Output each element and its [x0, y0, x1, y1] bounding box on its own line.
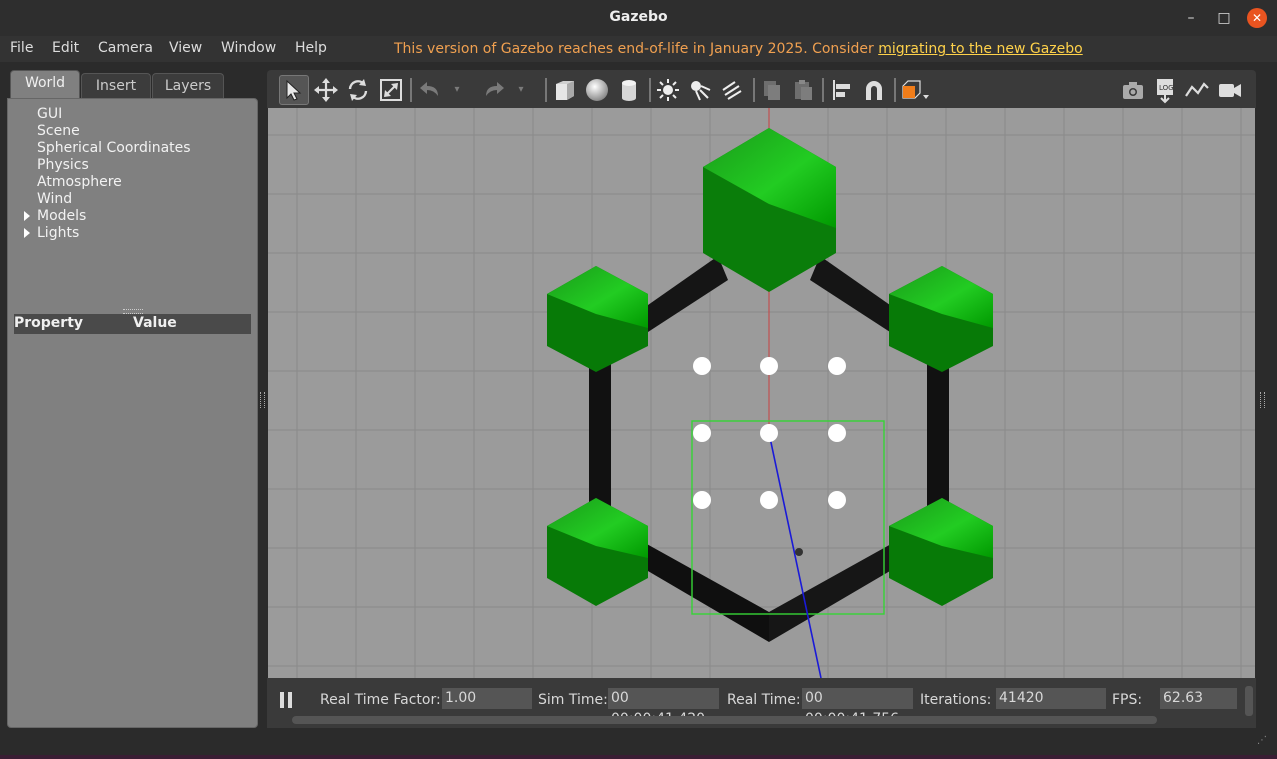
tree-item-gui[interactable]: GUI — [37, 106, 62, 122]
tree-item-models[interactable]: Models — [37, 208, 86, 224]
real-time-factor-label: Real Time Factor: — [320, 692, 441, 708]
real-time-label: Real Time: — [727, 692, 801, 708]
eol-notice-text: This version of Gazebo reaches end-of-li… — [394, 41, 879, 57]
eol-notice: This version of Gazebo reaches end-of-li… — [394, 41, 1083, 57]
toolbar-separator — [822, 78, 824, 102]
real-time-value: 00 00:00:41.756 — [802, 688, 913, 727]
toolbar-separator — [545, 78, 547, 102]
sim-time-label: Sim Time: — [538, 692, 608, 708]
box-icon[interactable] — [551, 76, 579, 104]
log-icon[interactable]: LOG — [1151, 76, 1179, 104]
tab-world[interactable]: World — [10, 70, 80, 99]
tab-layers[interactable]: Layers — [152, 73, 224, 99]
sim-time-value: 00 00:00:41.420 — [608, 688, 719, 727]
expand-lights-icon[interactable] — [24, 228, 30, 238]
left-splitter-handle[interactable] — [260, 392, 265, 408]
toolbar-separator — [894, 78, 896, 102]
spot-light-icon[interactable] — [686, 76, 714, 104]
tree-item-spherical-coordinates[interactable]: Spherical Coordinates — [37, 140, 191, 156]
window-titlebar: Gazebo – □ ✕ — [0, 0, 1277, 36]
translate-icon[interactable] — [312, 76, 340, 104]
select-arrow-icon[interactable] — [279, 75, 309, 105]
property-column-header: Property — [14, 315, 84, 331]
tree-item-atmosphere[interactable]: Atmosphere — [37, 174, 122, 190]
iterations-label: Iterations: — [920, 692, 992, 708]
copy-icon[interactable] — [758, 76, 786, 104]
model-origin-marker — [795, 548, 803, 556]
migration-link[interactable]: migrating to the new Gazebo — [878, 41, 1083, 57]
screenshot-icon[interactable] — [1119, 76, 1147, 104]
undo-dropdown-icon[interactable]: ▾ — [450, 76, 464, 104]
render-window: ▾ ▾ LOG Real Time Factor: 1.00 Sim Time:… — [267, 70, 1256, 728]
status-bar: Real Time Factor: 1.00 Sim Time: 00 00:0… — [267, 678, 1256, 728]
menu-view[interactable]: View — [169, 40, 202, 56]
snap-icon[interactable] — [860, 76, 888, 104]
iterations-value: 41420 — [996, 688, 1106, 709]
close-icon[interactable]: ✕ — [1247, 8, 1267, 28]
tree-item-lights[interactable]: Lights — [37, 225, 79, 241]
fps-value: 62.63 — [1160, 688, 1237, 709]
rotate-icon[interactable] — [344, 76, 372, 104]
3d-scene-view[interactable] — [268, 108, 1255, 679]
plot-icon[interactable] — [1183, 76, 1211, 104]
tab-insert[interactable]: Insert — [81, 73, 151, 99]
tree-item-physics[interactable]: Physics — [37, 157, 89, 173]
menu-bar: File Edit Camera View Window Help This v… — [0, 36, 1277, 62]
point-light-icon[interactable] — [654, 76, 682, 104]
menu-file[interactable]: File — [10, 40, 33, 56]
real-time-factor-value: 1.00 — [442, 688, 532, 709]
resize-grip-icon[interactable]: ⋰ — [1257, 735, 1269, 747]
property-table-header: Property Value — [14, 314, 251, 334]
scene-toolbar: ▾ ▾ LOG — [267, 70, 1256, 108]
toolbar-separator — [649, 78, 651, 102]
maximize-icon[interactable]: □ — [1214, 8, 1234, 28]
menu-window[interactable]: Window — [221, 40, 276, 56]
left-panel: World Insert Layers GUI Scene Spherical … — [7, 70, 258, 728]
window-title: Gazebo — [609, 9, 668, 25]
menu-camera[interactable]: Camera — [98, 40, 153, 56]
svg-text:LOG: LOG — [1159, 84, 1174, 92]
scene-canvas[interactable] — [268, 108, 1255, 679]
pause-icon[interactable] — [280, 692, 284, 708]
video-record-icon[interactable] — [1216, 76, 1244, 104]
toolbar-separator — [753, 78, 755, 102]
pause-icon-bar[interactable] — [288, 692, 292, 708]
redo-icon[interactable] — [480, 76, 508, 104]
tree-item-scene[interactable]: Scene — [37, 123, 80, 139]
toolbar-separator — [410, 78, 412, 102]
expand-models-icon[interactable] — [24, 211, 30, 221]
cylinder-icon[interactable] — [615, 76, 643, 104]
right-splitter-handle[interactable] — [1260, 392, 1265, 408]
tree-item-wind[interactable]: Wind — [37, 191, 72, 207]
sphere-icon[interactable] — [583, 76, 611, 104]
fps-label: FPS: — [1112, 692, 1143, 708]
menu-help[interactable]: Help — [295, 40, 327, 56]
desktop-strip — [0, 755, 1277, 759]
minimize-icon[interactable]: – — [1181, 8, 1201, 28]
menu-edit[interactable]: Edit — [52, 40, 79, 56]
directional-light-icon[interactable] — [718, 76, 746, 104]
scale-icon[interactable] — [377, 76, 405, 104]
vertical-scrollbar[interactable] — [1245, 686, 1253, 716]
view-angle-icon[interactable] — [899, 76, 929, 104]
paste-icon[interactable] — [789, 76, 817, 104]
world-tree-panel: GUI Scene Spherical Coordinates Physics … — [7, 98, 258, 728]
redo-dropdown-icon[interactable]: ▾ — [514, 76, 528, 104]
align-icon[interactable] — [828, 76, 856, 104]
undo-icon[interactable] — [416, 76, 444, 104]
horizontal-scrollbar[interactable] — [292, 716, 1157, 724]
value-column-header: Value — [133, 315, 177, 331]
